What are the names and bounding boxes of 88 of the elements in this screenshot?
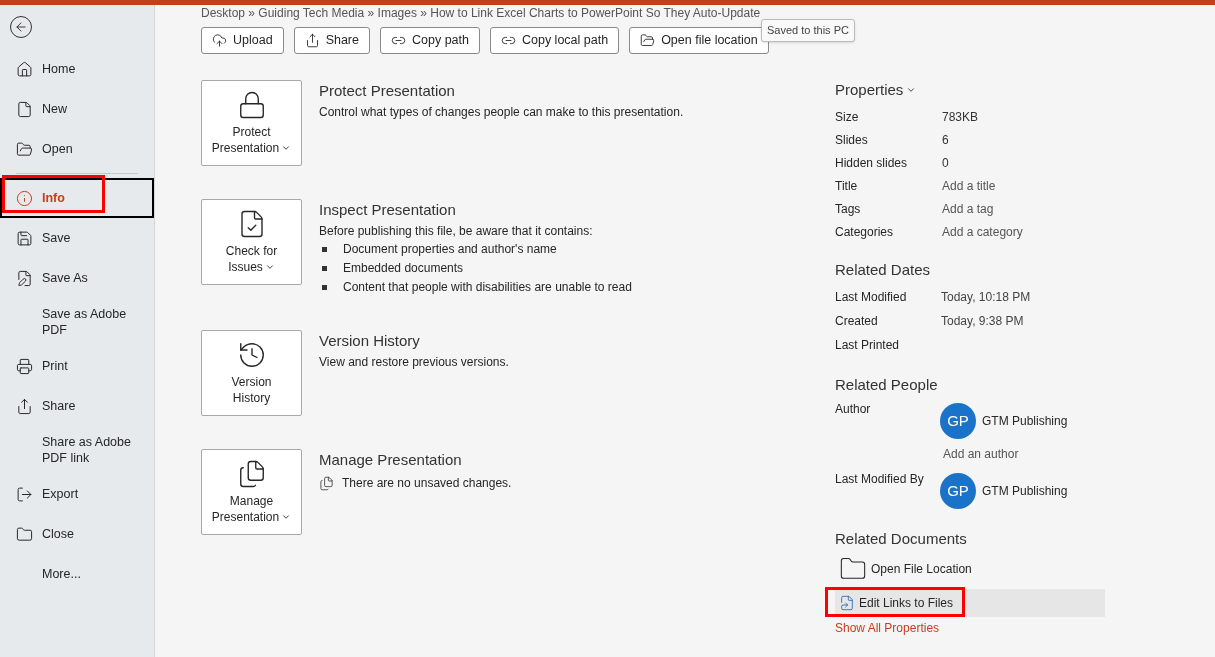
date-value: Today, 9:38 PM (941, 313, 1024, 330)
property-link[interactable]: Add a title (942, 176, 996, 195)
date-label: Last Printed (835, 337, 901, 354)
toolbar-button[interactable]: Open file location (629, 27, 769, 54)
sidebar-item[interactable]: Share as Adobe PDF link (0, 426, 154, 474)
sidebar-item[interactable]: Save As (0, 258, 154, 298)
avatar: GP (940, 473, 976, 509)
bullet-icon (322, 285, 327, 290)
sidebar-item[interactable]: Print (0, 346, 154, 386)
document-icon (15, 100, 33, 118)
bullet-text: Embedded documents (343, 260, 464, 277)
linked-document-icon (839, 595, 855, 611)
action-tile[interactable]: Check for Issues (201, 199, 302, 285)
property-label: Categories (835, 223, 895, 241)
sidebar-item[interactable]: Export (0, 474, 154, 514)
property-link[interactable]: Add a tag (942, 199, 994, 218)
toolbar-button[interactable]: Share (293, 27, 370, 54)
bullet-text: Document properties and author's name (343, 241, 557, 258)
section-description: Control what types of changes people can make to this presentation. (319, 104, 684, 121)
property-label: Tags (835, 200, 862, 218)
house-icon (15, 60, 33, 78)
property-label: Size (835, 108, 860, 126)
sidebar-item[interactable]: Save (0, 218, 154, 258)
related-document-item[interactable]: Edit Links to Files (835, 589, 1105, 617)
section-title: Manage Presentation (319, 450, 463, 470)
sidebar-item[interactable]: Home (0, 49, 154, 89)
person-name[interactable]: GTM Publishing (982, 412, 1068, 430)
property-label: Title (835, 177, 859, 195)
property-link[interactable]: Add a category (942, 222, 1023, 241)
export-icon (15, 485, 33, 503)
sidebar-item[interactable]: New (0, 89, 154, 129)
section-title: Version History (319, 331, 421, 351)
panel-heading: Related Documents (835, 529, 968, 549)
chevron-icon (906, 85, 917, 95)
property-label: Slides (835, 131, 869, 149)
folder-icon (640, 33, 656, 48)
folder-icon (15, 140, 33, 158)
property-value: 6 (942, 131, 949, 149)
cloud-upload-icon (212, 33, 227, 48)
date-value: Today, 10:18 PM (941, 289, 1031, 306)
toolbar-button[interactable]: Copy path (380, 27, 480, 54)
sidebar-item[interactable]: Close (0, 514, 154, 554)
section-description: Before publishing this file, be aware that it contains: (319, 223, 594, 240)
printer-icon (15, 357, 33, 375)
panel-heading: Properties (835, 80, 904, 100)
bullet-icon (322, 266, 327, 271)
toolbar-button[interactable]: Upload (201, 27, 284, 54)
sidebar-item[interactable]: Open (0, 129, 154, 169)
chevron-icon (281, 143, 292, 153)
property-label: Hidden slides (835, 154, 909, 172)
action-tile[interactable]: Manage Presentation (201, 449, 302, 535)
bullet-icon (322, 247, 327, 252)
property-value: 783KB (942, 108, 979, 126)
date-label: Last Modified (835, 289, 908, 306)
section-title: Protect Presentation (319, 81, 456, 101)
section-description: There are no unsaved changes. (342, 475, 512, 492)
sidebar-item[interactable]: Info (0, 178, 154, 218)
people-label: Author (835, 401, 872, 418)
chevron-icon (264, 262, 275, 272)
chevron-icon (281, 512, 292, 522)
sidebar-item[interactable]: More... (0, 554, 154, 594)
related-document-item[interactable]: Open File Location (835, 555, 972, 583)
action-tile[interactable]: Protect Presentation (201, 80, 302, 166)
people-label: Last Modified By (835, 471, 925, 488)
toolbar-button[interactable]: Copy local path (489, 27, 620, 54)
show-all-properties-link[interactable]: Show All Properties (835, 619, 940, 637)
file-path: Desktop » Guiding Tech Media » Images » How to Link Excel Charts to PowerPoint So They Auto-Update (201, 5, 762, 22)
property-value: 0 (942, 154, 949, 172)
bullet-text: Content that people with disabilities are unable to read (343, 279, 632, 296)
documents-icon (319, 475, 334, 491)
save-icon (15, 229, 33, 247)
share-icon (304, 33, 320, 48)
date-label: Created (835, 313, 879, 330)
info-icon (15, 189, 33, 207)
folder-icon (15, 525, 33, 543)
panel-heading: Related People (835, 375, 939, 395)
panel-heading: Related Dates (835, 260, 932, 280)
section-description: View and restore previous versions. (319, 354, 509, 371)
tooltip: Saved to this PC (761, 19, 855, 42)
sidebar-item[interactable]: Save as Adobe PDF (0, 298, 154, 346)
add-author-link[interactable]: Add an author (940, 445, 1068, 463)
person-name[interactable]: GTM Publishing (982, 482, 1068, 500)
share-icon (15, 397, 33, 415)
avatar: GP (940, 403, 976, 439)
document-pen-icon (15, 269, 33, 287)
sidebar-item[interactable]: Share (0, 386, 154, 426)
action-tile[interactable]: Version History (201, 330, 302, 416)
section-title: Inspect Presentation (319, 200, 457, 220)
